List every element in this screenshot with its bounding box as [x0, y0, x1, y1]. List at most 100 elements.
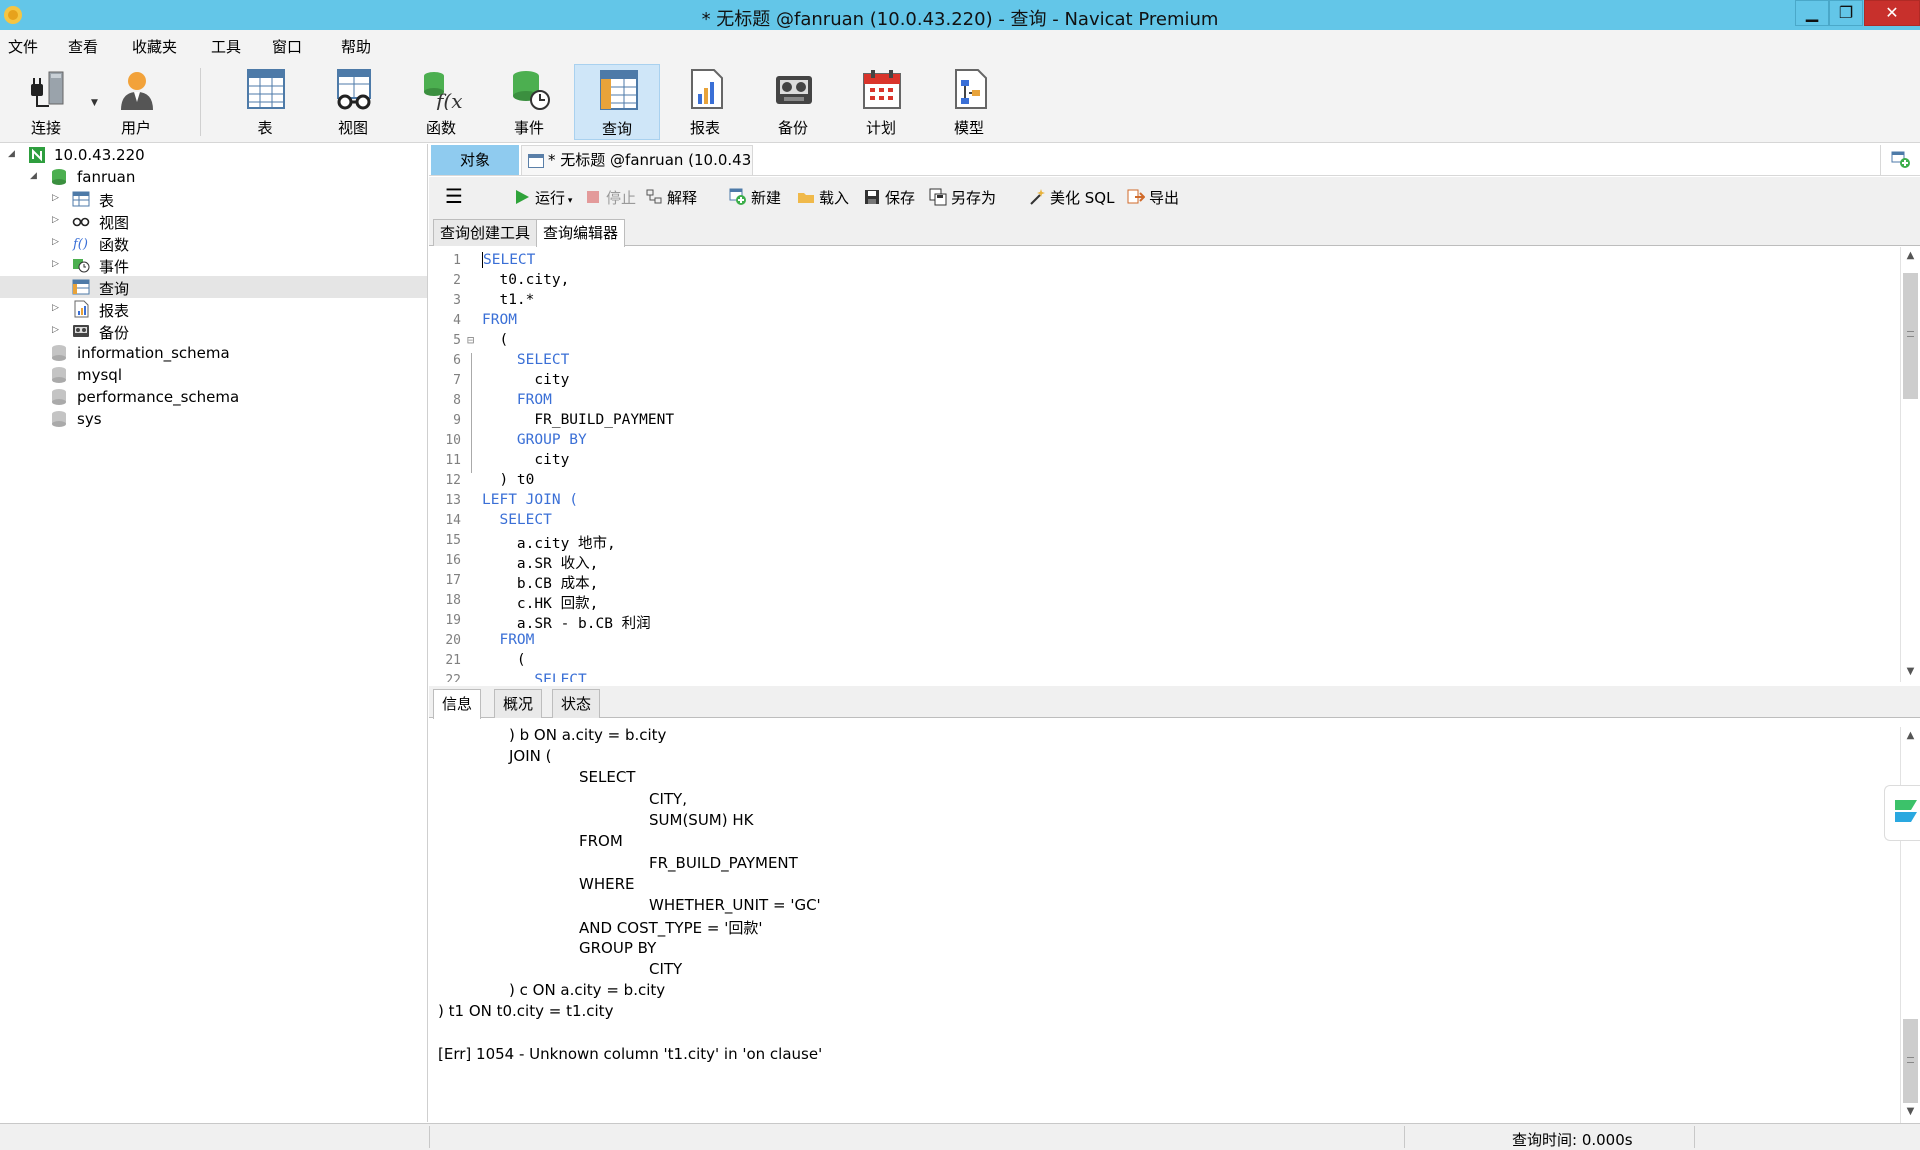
scroll-down-arrow-icon[interactable]: ▼	[1901, 663, 1920, 681]
result-message-panel[interactable]: ) b ON a.city = b.city JOIN ( SELECT CIT…	[429, 719, 1920, 1123]
tree-database-information-schema[interactable]: information_schema	[0, 342, 427, 364]
tree-database-sys[interactable]: sys	[0, 408, 427, 430]
expand-arrow-icon[interactable]: ▷	[52, 215, 62, 225]
schedule-button[interactable]: 计划	[838, 64, 924, 140]
hamburger-menu-icon[interactable]: ☰	[445, 184, 463, 208]
event-button[interactable]: 事件	[486, 64, 572, 140]
backup-button[interactable]: 备份	[750, 64, 836, 140]
glasses-table-icon	[337, 69, 371, 110]
tree-item-views[interactable]: ▷ 视图	[0, 210, 427, 232]
connection-icon	[29, 147, 45, 163]
expand-arrow-icon[interactable]: ▷	[52, 259, 62, 269]
collapse-arrow-icon[interactable]: ◢	[8, 149, 18, 159]
stop-button[interactable]: 停止	[584, 187, 636, 208]
side-widget-tab[interactable]	[1884, 785, 1920, 841]
tree-item-events[interactable]: ▷ 事件	[0, 254, 427, 276]
run-button[interactable]: 运行 ▾	[513, 187, 572, 208]
message-line: ) c ON a.city = b.city	[509, 981, 666, 999]
minimize-button[interactable]: ▁	[1795, 0, 1829, 26]
tree-database-performance-schema[interactable]: performance_schema	[0, 386, 427, 408]
sql-editor[interactable]: 1 2 3 4 5 6 7 8 9 10 11 12 13 14 15 16 1…	[429, 247, 1920, 682]
query-label: 查询	[601, 120, 632, 138]
line-number: 10	[445, 433, 461, 448]
editor-scroll-thumb[interactable]	[1903, 273, 1918, 399]
database-inactive-icon	[52, 367, 66, 383]
table-icon	[72, 191, 90, 207]
code-line: SELECT	[482, 252, 536, 268]
stop-label: 停止	[606, 189, 637, 207]
table-button[interactable]: 表	[222, 64, 308, 140]
menu-tools[interactable]: 工具	[211, 36, 241, 57]
event-clock-icon	[73, 259, 90, 273]
expand-arrow-icon[interactable]: ▷	[52, 325, 62, 335]
tree-item-functions[interactable]: ▷ f() 函数	[0, 232, 427, 254]
code-line: ) t0	[482, 472, 535, 488]
code-line: SELECT	[482, 512, 552, 528]
tab-query-untitled[interactable]: * 无标题 @fanruan (10.0.43....	[521, 145, 753, 175]
tree-database-fanruan[interactable]: ◢ fanruan	[0, 166, 427, 188]
save-as-button[interactable]: 另存为	[929, 187, 996, 208]
menu-help[interactable]: 帮助	[341, 36, 371, 57]
tree-database-mysql[interactable]: mysql	[0, 364, 427, 386]
menu-view[interactable]: 查看	[68, 36, 98, 57]
new-button[interactable]: 新建	[729, 187, 781, 208]
new-tab-button[interactable]	[1880, 145, 1918, 175]
user-icon	[121, 72, 153, 110]
maximize-button[interactable]: ❐	[1829, 0, 1863, 26]
function-button[interactable]: f(x) 函数	[398, 64, 484, 140]
tab-message[interactable]: 信息	[433, 689, 482, 719]
close-button[interactable]: ✕	[1864, 0, 1920, 26]
tree-item-backups[interactable]: ▷ 备份	[0, 320, 427, 342]
connect-button[interactable]: ▼ 连接	[3, 64, 98, 140]
plug-icon	[31, 71, 64, 107]
menu-window[interactable]: 窗口	[272, 36, 302, 57]
event-clock-icon	[513, 71, 550, 110]
export-button[interactable]: 导出	[1127, 187, 1179, 208]
tab-query-builder[interactable]: 查询创建工具	[433, 219, 538, 246]
collapse-arrow-icon[interactable]: ◢	[30, 171, 40, 181]
tab-profile[interactable]: 概况	[494, 689, 543, 718]
code-line: t1.*	[482, 292, 535, 308]
message-line: JOIN (	[509, 747, 552, 765]
line-number: 8	[453, 393, 461, 408]
report-label: 报表	[689, 119, 720, 137]
tree-item-reports[interactable]: ▷ 报表	[0, 298, 427, 320]
save-button[interactable]: 保存	[863, 187, 915, 208]
scroll-up-arrow-icon[interactable]: ▲	[1901, 247, 1920, 265]
tree-item-label: 备份	[99, 324, 130, 342]
scroll-down-arrow-icon[interactable]: ▼	[1901, 1103, 1920, 1121]
tab-query-editor[interactable]: 查询编辑器	[536, 219, 626, 247]
code-line: LEFT JOIN (	[482, 492, 579, 508]
tree-item-queries[interactable]: 查询	[0, 276, 427, 298]
expand-arrow-icon[interactable]: ▷	[52, 303, 62, 313]
tab-status[interactable]: 状态	[552, 689, 601, 718]
line-number: 12	[445, 473, 461, 488]
fold-toggle-icon[interactable]: ⊟	[467, 333, 479, 347]
scroll-up-arrow-icon[interactable]: ▲	[1901, 727, 1920, 745]
menu-favorites[interactable]: 收藏夹	[132, 36, 177, 57]
expand-arrow-icon[interactable]: ▷	[52, 193, 62, 203]
report-button[interactable]: 报表	[662, 64, 748, 140]
tree-connection[interactable]: ◢ 10.0.43.220	[0, 144, 427, 166]
result-scroll-thumb[interactable]	[1903, 1019, 1918, 1103]
message-line: GROUP BY	[579, 939, 657, 957]
explain-button[interactable]: 解释	[645, 187, 697, 208]
menu-file[interactable]: 文件	[8, 36, 38, 57]
user-button[interactable]: 用户	[93, 64, 179, 140]
query-button[interactable]: 查询	[574, 64, 660, 140]
tab-objects[interactable]: 对象	[431, 145, 519, 175]
editor-scrollbar[interactable]: ▲ ▼	[1900, 247, 1920, 682]
export-label: 导出	[1149, 189, 1180, 207]
model-icon	[955, 69, 987, 109]
function-icon: f()	[72, 237, 88, 252]
expand-arrow-icon[interactable]: ▷	[52, 237, 62, 247]
tree-item-label: 查询	[99, 280, 130, 298]
tree-item-label: 事件	[99, 258, 130, 276]
beautify-sql-button[interactable]: 美化 SQL	[1028, 187, 1114, 208]
tree-item-tables[interactable]: ▷ 表	[0, 188, 427, 210]
view-button[interactable]: 视图	[310, 64, 396, 140]
line-number: 3	[453, 293, 461, 308]
load-button[interactable]: 载入	[797, 187, 849, 208]
explain-icon	[646, 189, 662, 204]
model-button[interactable]: 模型	[926, 64, 1012, 140]
